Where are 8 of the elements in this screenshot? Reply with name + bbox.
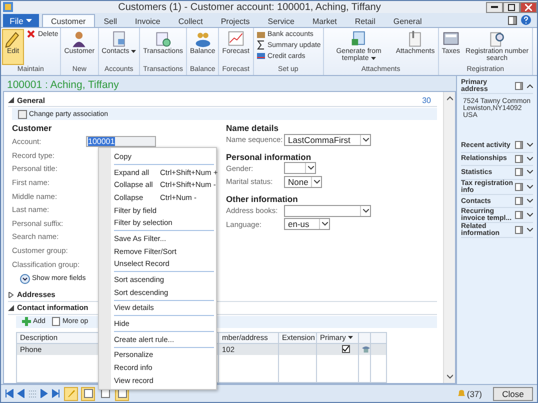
group-title: Personal information: [226, 152, 312, 162]
group-title: Customer: [12, 123, 53, 135]
window-title: Customers (1) - Customer account: 100001, Aching, Tiffany: [117, 2, 382, 12]
selected-text: 100001: [88, 137, 115, 146]
group-title: Name details: [226, 123, 278, 133]
record-count: 30: [422, 96, 431, 104]
record-title: 100001 : Aching, Tiffany: [6, 78, 120, 91]
group-title: Other information: [226, 194, 298, 204]
